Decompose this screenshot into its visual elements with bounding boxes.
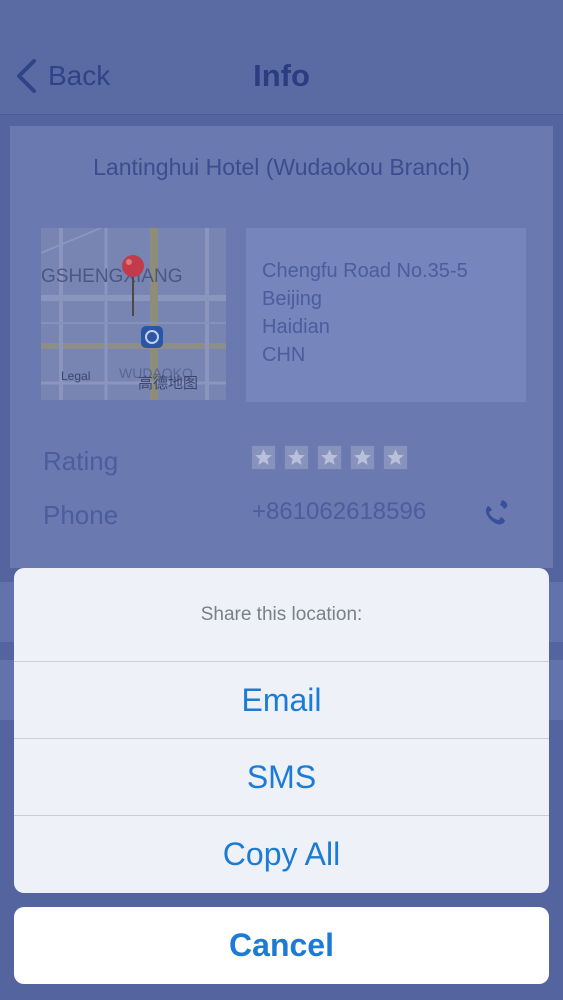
star-icon <box>317 445 342 470</box>
phone-number[interactable]: +861062618596 <box>252 498 426 526</box>
hotel-info-card: Lantinghui Hotel (Wudaokou Branch) GSHEN… <box>10 126 553 568</box>
map-legal-link[interactable]: Legal <box>61 369 90 383</box>
map-provider-logo: 高德地图 <box>138 374 198 392</box>
rating-label: Rating <box>43 446 119 476</box>
copy-all-button[interactable]: Copy All <box>14 816 549 893</box>
navigation-bar: Back Info <box>0 0 563 115</box>
address-country: CHN <box>262 344 306 366</box>
action-sheet-title: Share this location: <box>14 568 549 662</box>
map-thumbnail[interactable]: GSHENGXIANG WUDAOKO Legal 高德地图 <box>41 228 226 400</box>
star-icon <box>350 445 375 470</box>
star-icon <box>284 445 309 470</box>
phone-label: Phone <box>43 500 119 530</box>
star-icon <box>251 445 276 470</box>
share-action-sheet: Share this location: Email SMS Copy All <box>14 568 549 893</box>
address-city: Beijing <box>262 288 323 310</box>
address-district: Haidian <box>262 316 330 338</box>
address-street: Chengfu Road No.35-5 <box>262 260 468 282</box>
email-button[interactable]: Email <box>14 662 549 739</box>
rating-stars <box>251 445 408 470</box>
background-row-edge <box>547 660 563 720</box>
cancel-button[interactable]: Cancel <box>14 907 549 984</box>
phone-icon[interactable] <box>480 496 512 528</box>
background-row-edge <box>547 582 563 642</box>
metro-station-icon <box>141 326 163 348</box>
sms-button[interactable]: SMS <box>14 739 549 816</box>
star-icon <box>383 445 408 470</box>
hotel-name: Lantinghui Hotel (Wudaokou Branch) <box>93 154 470 180</box>
address-box: Chengfu Road No.35-5 Beijing Haidian CHN <box>246 228 526 402</box>
map-graphic: GSHENGXIANG WUDAOKO Legal 高德地图 <box>41 228 226 400</box>
map-label-district: GSHENGXIANG <box>41 266 182 287</box>
page-title: Info <box>253 58 310 93</box>
